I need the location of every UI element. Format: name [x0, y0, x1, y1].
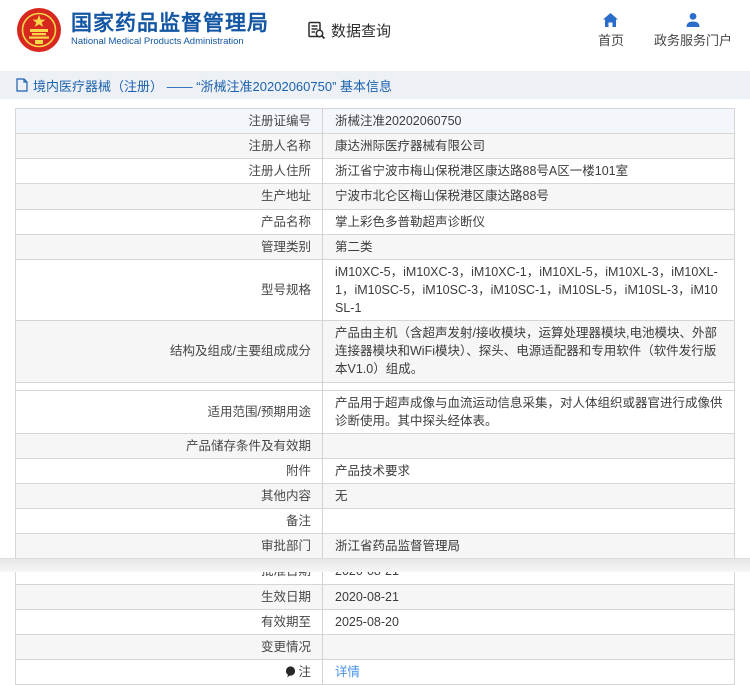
table-row: 生产地址 宁波市北仑区梅山保税港区康达路88号: [15, 183, 735, 209]
row-value: 2020-08-21: [335, 589, 399, 604]
row-value: [323, 382, 735, 390]
table-row: 审批部门 浙江省药品监督管理局: [15, 533, 735, 559]
table-row: 产品名称 掌上彩色多普勒超声诊断仪: [15, 209, 735, 235]
row-label: 变更情况: [15, 634, 323, 660]
user-icon: [685, 11, 701, 28]
table-row: 注册人住所 浙江省宁波市梅山保税港区康达路88号A区一楼101室: [15, 158, 735, 184]
row-value: 2025-08-20: [335, 614, 399, 629]
note-icon: [285, 666, 296, 678]
row-value: 产品由主机（含超声发射/接收模块，运算处理器模块,电池模块、外部连接器模块和Wi…: [335, 326, 717, 377]
doc-search-icon: [307, 21, 326, 40]
row-value: 浙械注准20202060750: [335, 114, 462, 128]
row-label: 适用范围/预期用途: [15, 390, 323, 434]
table-row: 有效期至 2025-08-20: [15, 609, 735, 635]
table-row: 适用范围/预期用途 产品用于超声成像与血流运动信息采集，对人体组织或器官进行成像…: [15, 390, 735, 434]
row-value: 详情: [323, 659, 735, 684]
row-label: 产品名称: [15, 209, 323, 235]
brand-titles: 国家药品监督管理局 National Medical Products Admi…: [71, 12, 269, 48]
row-value: 产品用于超声成像与血流运动信息采集，对人体组织或器官进行成像供诊断使用。其中探头…: [335, 395, 723, 428]
row-label: 审批部门: [15, 533, 323, 559]
table-row: 型号规格 iM10XC-5，iM10XC-3，iM10XC-1，iM10XL-5…: [15, 259, 735, 321]
note-label: 注: [298, 664, 311, 679]
row-label: 产品储存条件及有效期: [15, 433, 323, 459]
breadcrumb: 境内医疗器械（注册） —— “浙械注准20202060750” 基本信息: [0, 71, 750, 99]
site-header: 国家药品监督管理局 National Medical Products Admi…: [0, 0, 750, 62]
site-title: 国家药品监督管理局: [71, 12, 269, 36]
home-icon: [602, 11, 619, 28]
table-row: 管理类别 第二类: [15, 234, 735, 260]
site-subtitle: National Medical Products Administration: [71, 36, 244, 48]
row-value: 掌上彩色多普勒超声诊断仪: [335, 214, 486, 229]
row-label: 附件: [15, 458, 323, 484]
nav-home-label: 首页: [597, 33, 624, 48]
row-label: 其他内容: [15, 483, 323, 509]
data-query-tab[interactable]: 数据查询: [307, 20, 391, 41]
national-emblem-logo: [16, 7, 62, 53]
row-value: 康达洲际医疗器械有限公司: [335, 139, 486, 154]
header-nav: 首页 政务服务门户: [598, 11, 732, 49]
table-row-note: 注 详情: [15, 659, 735, 685]
row-label: 备注: [15, 508, 323, 534]
row-label: 生效日期: [15, 584, 323, 610]
registration-info-table: 注册证编号 浙械注准20202060750 注册人名称 康达洲际医疗器械有限公司…: [15, 108, 735, 685]
row-label: 有效期至: [15, 609, 323, 635]
table-row: 附件 产品技术要求: [15, 458, 735, 484]
table-row: 结构及组成/主要组成成分 产品由主机（含超声发射/接收模块，运算处理器模块,电池…: [15, 320, 735, 382]
row-value: 无: [335, 489, 348, 503]
row-label: 管理类别: [15, 234, 323, 260]
row-value: 第二类: [335, 239, 373, 254]
row-value: 宁波市北仑区梅山保税港区康达路88号: [335, 189, 549, 204]
table-row: 变更情况: [15, 634, 735, 660]
row-label: 生产地址: [15, 183, 323, 209]
row-value: 产品技术要求: [335, 463, 411, 478]
document-icon: [16, 78, 28, 92]
table-row: 生效日期 2020-08-21: [15, 584, 735, 610]
nav-home[interactable]: 首页: [598, 11, 624, 49]
row-value: [323, 433, 735, 458]
data-query-label: 数据查询: [331, 22, 392, 40]
row-label: 型号规格: [15, 259, 323, 321]
table-row: 产品储存条件及有效期: [15, 433, 735, 459]
row-value: [323, 509, 735, 534]
row-label: 注册人名称: [15, 133, 323, 159]
row-label: 注册人住所: [15, 158, 323, 184]
footer-band: [0, 558, 750, 572]
row-label: [15, 382, 323, 390]
nav-portal-label: 政务服务门户: [653, 33, 732, 48]
table-row: 注册证编号 浙械注准20202060750: [15, 108, 735, 134]
row-label: 结构及组成/主要组成成分: [15, 320, 323, 382]
breadcrumb-text: 境内医疗器械（注册） —— “浙械注准20202060750” 基本信息: [33, 78, 393, 94]
table-row: 备注: [15, 508, 735, 534]
row-label: 注: [15, 659, 323, 685]
row-value: iM10XC-5，iM10XC-3，iM10XC-1，iM10XL-5，iM10…: [335, 264, 718, 315]
page: 国家药品监督管理局 National Medical Products Admi…: [0, 0, 750, 685]
table-row: 注册人名称 康达洲际医疗器械有限公司: [15, 133, 735, 159]
row-label: 注册证编号: [15, 108, 323, 134]
table-row: 其他内容 无: [15, 483, 735, 509]
row-value: 浙江省药品监督管理局: [335, 539, 461, 554]
note-detail-link[interactable]: 详情: [335, 665, 360, 679]
spacer-row: [15, 382, 735, 390]
nav-portal[interactable]: 政务服务门户: [654, 11, 732, 49]
row-value: 浙江省宁波市梅山保税港区康达路88号A区一楼101室: [335, 164, 629, 179]
row-value: [323, 634, 735, 659]
